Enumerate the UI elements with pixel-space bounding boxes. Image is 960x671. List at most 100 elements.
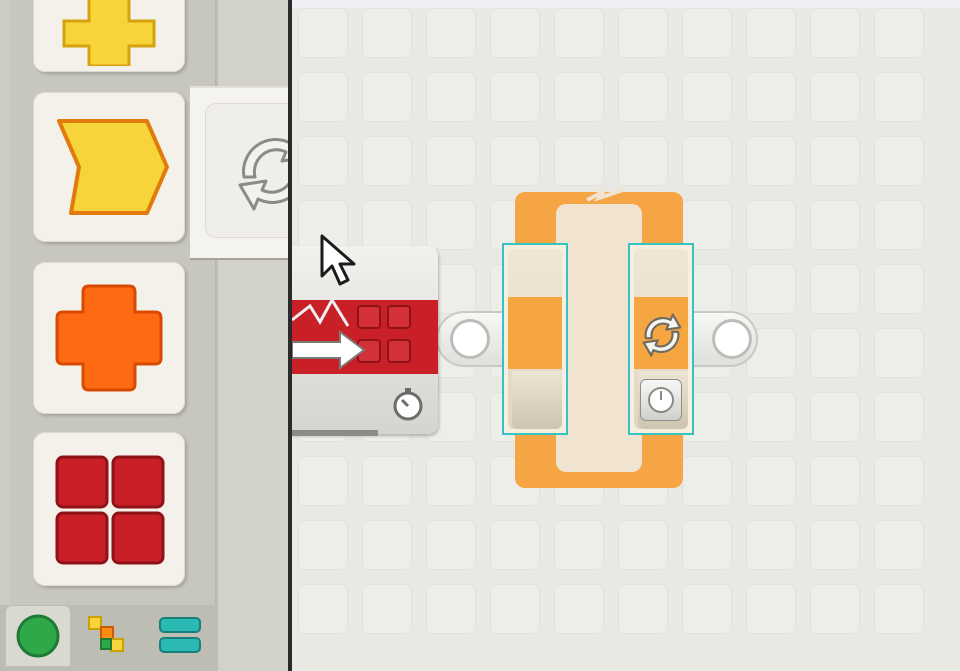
loop-notch-icon <box>586 188 624 202</box>
grid-cell <box>746 584 796 634</box>
grid-cell <box>810 136 860 186</box>
grid-cell <box>682 520 732 570</box>
grid-cell <box>426 136 476 186</box>
grid-cell <box>554 584 604 634</box>
grid-cell <box>682 584 732 634</box>
grid-cell <box>874 264 924 314</box>
grid-cell <box>490 584 540 634</box>
grid-cell <box>298 72 348 122</box>
grid-cell <box>810 520 860 570</box>
grid-cell <box>874 200 924 250</box>
grid-cell <box>362 200 412 250</box>
grid-cell <box>810 8 860 58</box>
grid-cell <box>874 8 924 58</box>
grid-cell <box>746 392 796 442</box>
grid-icon <box>357 305 411 363</box>
grid-cell <box>746 8 796 58</box>
loop-end-column[interactable] <box>628 243 694 435</box>
move-block-icons <box>292 298 411 370</box>
grid-cell <box>362 72 412 122</box>
grid-cell <box>490 8 540 58</box>
grid-cell <box>298 520 348 570</box>
arrow-icon <box>292 330 366 370</box>
orange-cross-block[interactable] <box>33 262 185 414</box>
grid-cell <box>426 584 476 634</box>
beam-socket <box>712 319 752 359</box>
grid-cell <box>810 200 860 250</box>
grid-cell <box>554 72 604 122</box>
loop-start-base <box>512 371 562 429</box>
grid-cell <box>618 520 668 570</box>
grid-cell <box>746 456 796 506</box>
yellow-arrow-flag-icon <box>57 119 169 215</box>
green-circle-icon <box>16 614 60 658</box>
loop-arrows-icon <box>642 313 682 357</box>
grid-cell <box>426 72 476 122</box>
complete-palette-tab[interactable] <box>76 606 140 666</box>
yellow-cross-icon <box>62 0 156 66</box>
grid-cell <box>874 72 924 122</box>
grid-cell <box>554 8 604 58</box>
grid-cell <box>554 136 604 186</box>
grid-cell <box>874 136 924 186</box>
grid-cell <box>362 136 412 186</box>
loop-start-band <box>508 297 562 369</box>
grid-cell <box>298 8 348 58</box>
grid-cell <box>298 456 348 506</box>
yellow-cross-block[interactable] <box>33 0 185 72</box>
grid-cell <box>682 8 732 58</box>
grid-cell <box>682 136 732 186</box>
grid-cell <box>810 392 860 442</box>
grid-cell <box>746 264 796 314</box>
orange-cross-icon <box>55 284 163 392</box>
grid-cell <box>618 72 668 122</box>
grid-cell <box>426 520 476 570</box>
grid-cell <box>362 584 412 634</box>
grid-cell <box>490 136 540 186</box>
grid-cell <box>618 136 668 186</box>
grid-cell <box>426 456 476 506</box>
grid-cell <box>362 520 412 570</box>
grid-cell <box>618 8 668 58</box>
grid-cell <box>810 264 860 314</box>
blocks-icon <box>88 616 124 652</box>
power-timer-icon <box>648 387 674 413</box>
yellow-flow-block[interactable] <box>33 92 185 242</box>
grid-cell <box>618 584 668 634</box>
grid-cell <box>490 72 540 122</box>
grid-cell <box>746 200 796 250</box>
grid-cell <box>746 72 796 122</box>
grid-cell <box>810 456 860 506</box>
loop-start-column[interactable] <box>502 243 568 435</box>
grid-cell <box>554 520 604 570</box>
grid-cell <box>362 8 412 58</box>
red-grid-icon <box>55 455 165 565</box>
grid-cell <box>874 328 924 378</box>
grid-cell <box>746 136 796 186</box>
sensor-wave-icon <box>292 298 350 327</box>
red-grid-block[interactable] <box>33 432 185 586</box>
grid-cell <box>426 8 476 58</box>
timer-icon <box>393 388 423 421</box>
custom-palette-tab[interactable] <box>148 606 212 666</box>
grid-cell <box>874 520 924 570</box>
grid-cell <box>490 520 540 570</box>
grid-cell <box>810 584 860 634</box>
grid-cell <box>746 520 796 570</box>
grid-cell <box>874 584 924 634</box>
grid-cell <box>682 72 732 122</box>
common-palette-tab[interactable] <box>6 606 70 666</box>
move-block-plate <box>292 430 378 436</box>
grid-cell <box>810 328 860 378</box>
loop-control-button[interactable] <box>640 379 682 421</box>
grid-cell <box>810 72 860 122</box>
grid-cell <box>874 392 924 442</box>
grid-cell <box>426 200 476 250</box>
grid-cell <box>298 136 348 186</box>
grid-cell <box>874 456 924 506</box>
beam-socket <box>450 319 490 359</box>
grid-cell <box>298 584 348 634</box>
canvas-top-edge <box>292 0 960 8</box>
grid-cell <box>362 456 412 506</box>
grid-cell <box>682 456 732 506</box>
